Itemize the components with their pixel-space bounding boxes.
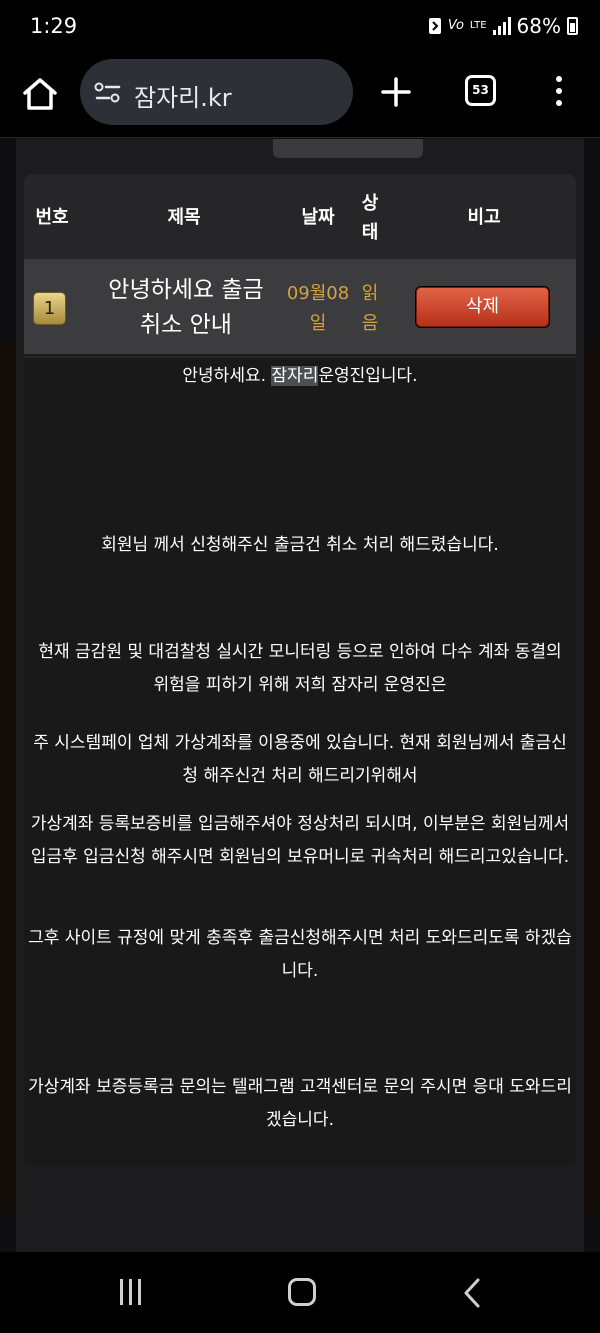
volte-label: Vo [447, 18, 464, 33]
greeting-highlight: 잠자리 [271, 366, 319, 386]
home-icon[interactable] [20, 74, 60, 114]
header-status-2: 태 [361, 222, 379, 243]
message-paragraph: 가상계좌 보증등록금 문의는 텔래그램 고객센터로 문의 주시면 응대 도와드리… [28, 1077, 572, 1130]
greeting-pre: 안녕하세요. [182, 366, 272, 386]
tabs-icon[interactable]: 53 [465, 75, 496, 106]
system-nav-bar [0, 1252, 600, 1333]
message-paragraph: 그후 사이트 규정에 맞게 충족후 출금신청해주시면 처리 도와드리도록 하겠습… [28, 928, 572, 981]
status-icons: Vo LTE 68% [428, 14, 578, 38]
header-status-1: 상 [361, 193, 379, 214]
greeting-post: 운영진입니다. [318, 366, 418, 386]
message-paragraph: 주 시스템페이 업체 가상계좌를 이용중에 있습니다. 현재 회원님께서 출금신… [33, 733, 567, 786]
header-title: 제목 [167, 207, 201, 228]
more-vert-icon[interactable] [550, 74, 568, 110]
message-greeting: 안녕하세요. 잠자리운영진입니다. [24, 360, 576, 393]
header-note: 비고 [467, 207, 501, 228]
row-title[interactable]: 안녕하세요 출금 취소 안내 [96, 273, 276, 343]
battery-percent: 68% [516, 14, 561, 38]
page-edge-left [0, 344, 16, 1214]
site-settings-icon[interactable] [94, 81, 122, 105]
top-tab[interactable] [273, 139, 423, 158]
lte-label: LTE [469, 20, 487, 31]
status-bar: 1:29 Vo LTE 68% [0, 0, 600, 56]
message-paragraph: 현재 금감원 및 대검찰청 실시간 모니터링 등으로 인하여 다수 계좌 동결의… [38, 642, 562, 695]
row-date: 09월08일 [286, 283, 350, 334]
message-paragraph: 회원님 께서 신청해주신 출금건 취소 처리 해드렸습니다. [101, 535, 499, 555]
delete-button[interactable]: 삭제 [416, 287, 549, 327]
address-bar[interactable]: 잠자리.kr [80, 59, 353, 125]
message-board: 번호 제목 날짜 상 태 비고 1 안녕하세요 출금 취소 안내 09월08일 … [24, 174, 576, 1166]
row-status: 읽음 [361, 283, 379, 334]
url-text: 잠자리.kr [134, 84, 232, 112]
row-number-badge: 1 [33, 292, 66, 325]
message-paragraph: 가상계좌 등록보증비를 입금해주셔야 정상처리 되시며, 이부분은 회원님께서 … [30, 814, 570, 867]
status-time: 1:29 [30, 14, 78, 38]
home-nav-icon[interactable] [288, 1278, 316, 1306]
plus-icon[interactable] [378, 74, 414, 110]
table-header: 번호 제목 날짜 상 태 비고 [24, 174, 576, 259]
notification-icon [428, 18, 441, 34]
header-date: 날짜 [301, 207, 335, 228]
browser-toolbar: 잠자리.kr 53 [0, 56, 600, 138]
web-page: 번호 제목 날짜 상 태 비고 1 안녕하세요 출금 취소 안내 09월08일 … [0, 139, 600, 1252]
page-edge-right [584, 344, 600, 1214]
header-number: 번호 [35, 207, 69, 228]
signal-icon [492, 17, 511, 35]
battery-icon [567, 17, 578, 35]
back-icon[interactable] [458, 1276, 488, 1310]
recents-icon[interactable] [120, 1279, 148, 1305]
message-body: 안녕하세요. 잠자리운영진입니다. 회원님 께서 신청해주신 출금건 취소 처리… [24, 358, 576, 1166]
table-row[interactable]: 1 안녕하세요 출금 취소 안내 09월08일 읽음 삭제 [24, 259, 576, 356]
